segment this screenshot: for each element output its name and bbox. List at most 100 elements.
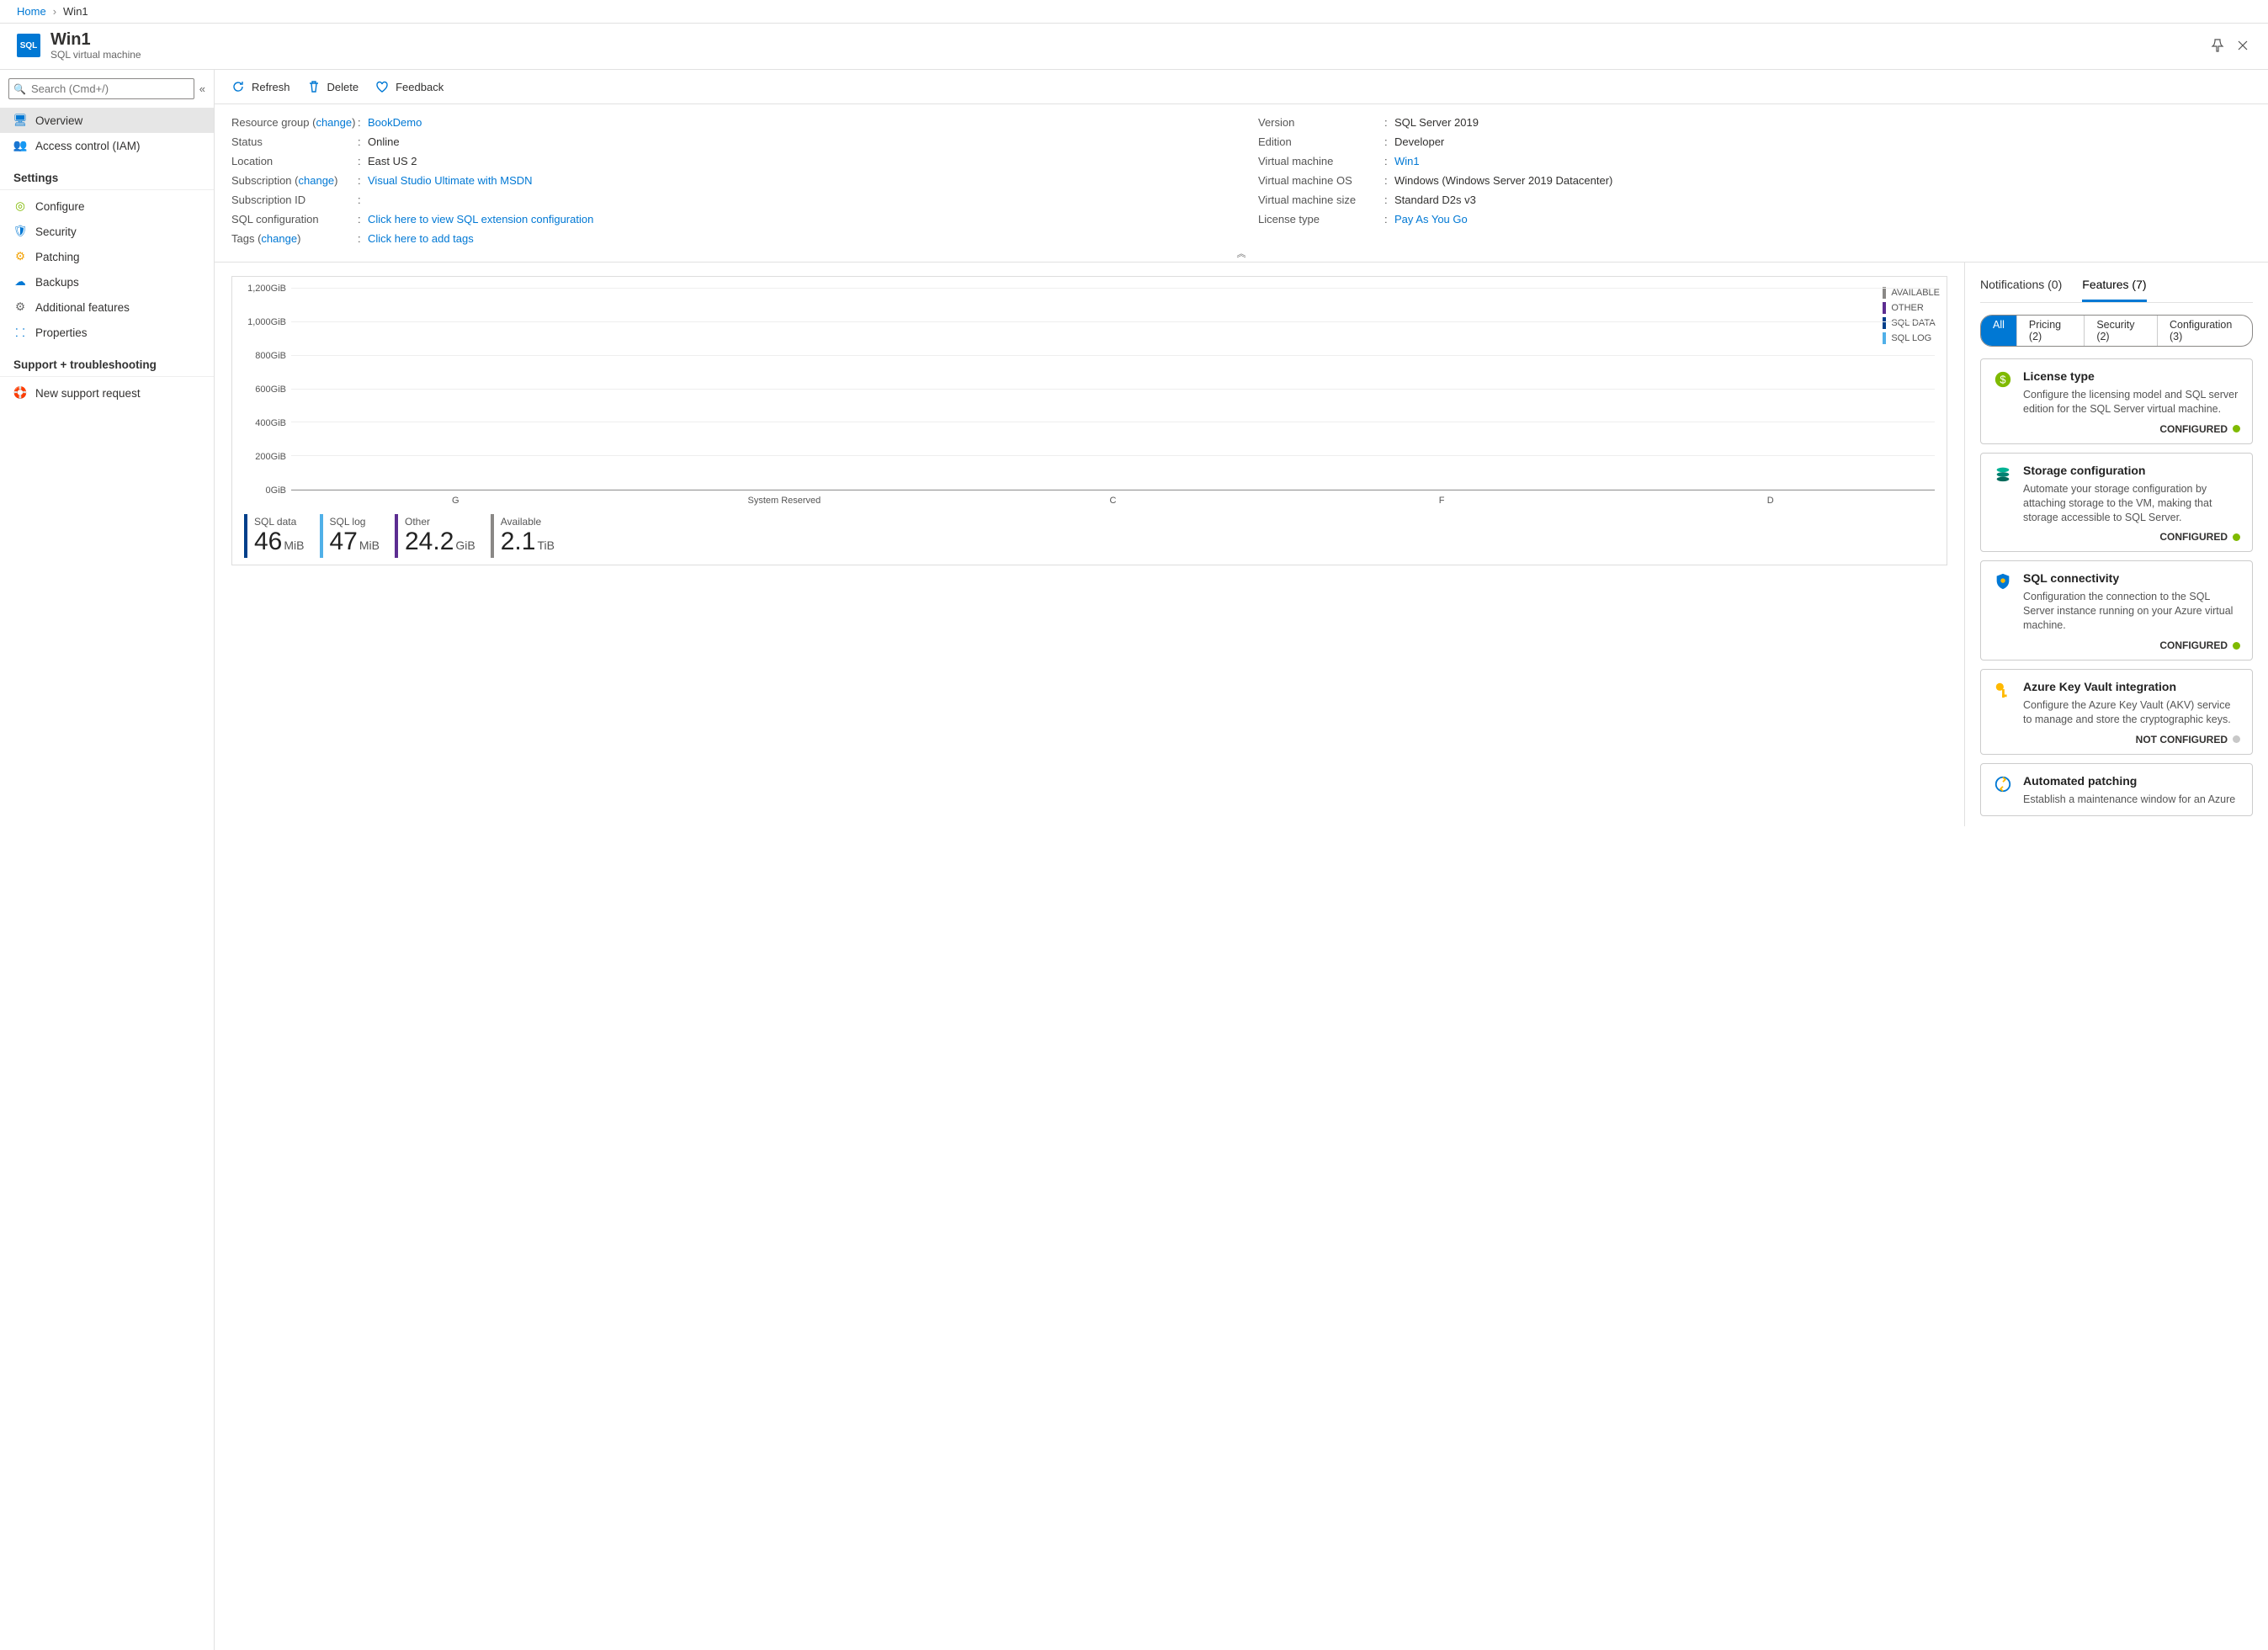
page-header: Win1 SQL virtual machine (0, 24, 2268, 70)
sidebar-collapse-icon[interactable]: « (199, 82, 205, 95)
sidebar-item-patching[interactable]: ⚙ Patching (0, 244, 214, 269)
x-label: D (1606, 491, 1935, 506)
pill-pricing[interactable]: Pricing (2) (2016, 316, 2084, 346)
ess-label: Tags (change) (231, 232, 358, 245)
chevron-up-icon[interactable]: ︽ (1232, 247, 1251, 260)
monitor-icon: 🖥 (13, 114, 27, 127)
feature-card[interactable]: $ License type Configure the licensing mod… (1980, 358, 2253, 444)
ess-value-location: East US 2 (368, 155, 1224, 167)
card-description: Configure the licensing model and SQL se… (2023, 388, 2240, 416)
ess-label: License type (1258, 213, 1384, 225)
trash-icon (307, 80, 321, 93)
chevron-right-icon: › (53, 5, 56, 18)
key-icon (1993, 680, 2013, 700)
sidebar-item-new-support-request[interactable]: 🛟 New support request (0, 380, 214, 406)
search-input[interactable] (8, 78, 194, 99)
card-title: Azure Key Vault integration (2023, 680, 2240, 693)
sidebar-item-additional-features[interactable]: ⚙ Additional features (0, 294, 214, 320)
toolbar: Refresh Delete Feedback (215, 70, 2268, 104)
y-tick: 600GiB (255, 385, 286, 395)
shield-icon: 🛡 (13, 225, 27, 238)
card-description: Establish a maintenance window for an Az… (2023, 793, 2240, 807)
sidebar-section-settings: Settings (0, 158, 214, 190)
sql-vm-icon (17, 34, 40, 57)
delete-button[interactable]: Delete (307, 80, 359, 93)
add-tags-link[interactable]: Click here to add tags (368, 232, 474, 245)
change-resource-group-link[interactable]: change (316, 116, 352, 129)
dollar-icon: $ (1993, 369, 2013, 390)
ess-label: Subscription ID (231, 194, 358, 206)
pill-configuration[interactable]: Configuration (3) (2157, 316, 2252, 346)
sidebar-item-label: Security (35, 225, 77, 238)
legend-item: SQL LOG (1883, 331, 1940, 346)
status-badge: CONFIGURED (2023, 423, 2240, 435)
pin-icon[interactable] (2209, 37, 2226, 54)
card-description: Automate your storage configuration by a… (2023, 482, 2240, 525)
card-description: Configuration the connection to the SQL … (2023, 590, 2240, 633)
breadcrumb: Home › Win1 (0, 0, 2268, 24)
status-badge: CONFIGURED (2023, 639, 2240, 651)
pill-security[interactable]: Security (2) (2084, 316, 2157, 346)
sidebar-item-label: Access control (IAM) (35, 140, 141, 152)
y-tick: 0GiB (266, 485, 286, 496)
ess-label: Subscription (change) (231, 174, 358, 187)
breadcrumb-current: Win1 (63, 5, 88, 18)
card-title: SQL connectivity (2023, 571, 2240, 585)
refresh-icon (231, 80, 245, 93)
refresh-button[interactable]: Refresh (231, 80, 290, 93)
sql-config-link[interactable]: Click here to view SQL extension configu… (368, 213, 593, 225)
sidebar-item-properties[interactable]: ⸬ Properties (0, 320, 214, 345)
sidebar-item-overview[interactable]: 🖥 Overview (0, 108, 214, 133)
pill-all[interactable]: All (1981, 316, 2016, 346)
support-icon: 🛟 (13, 386, 27, 400)
sidebar-item-backups[interactable]: ☁ Backups (0, 269, 214, 294)
subscription-link[interactable]: Visual Studio Ultimate with MSDN (368, 174, 533, 187)
x-label: C (948, 491, 1277, 506)
ess-value-edition: Developer (1394, 135, 2251, 148)
sidebar-item-label: New support request (35, 387, 141, 400)
page-title: Win1 (50, 30, 2209, 49)
license-type-link[interactable]: Pay As You Go (1394, 213, 1468, 225)
breadcrumb-home[interactable]: Home (17, 5, 46, 18)
sidebar-item-security[interactable]: 🛡 Security (0, 219, 214, 244)
status-badge: NOT CONFIGURED (2023, 734, 2240, 745)
sidebar-item-label: Patching (35, 251, 80, 263)
tab-features[interactable]: Features (7) (2082, 273, 2146, 302)
change-tags-link[interactable]: change (261, 232, 297, 245)
change-subscription-link[interactable]: change (299, 174, 335, 187)
sidebar-item-label: Properties (35, 326, 88, 339)
y-tick: 1,200GiB (247, 284, 286, 294)
sidebar-section-support: Support + troubleshooting (0, 345, 214, 377)
ess-label: Version (1258, 116, 1384, 129)
card-title: License type (2023, 369, 2240, 383)
gear-icon: ⚙ (13, 250, 27, 263)
feature-card[interactable]: SQL connectivity Configuration the connec… (1980, 560, 2253, 661)
ess-label: SQL configuration (231, 213, 358, 225)
ess-label: Resource group (change) (231, 116, 358, 129)
feedback-button[interactable]: Feedback (375, 80, 444, 93)
ess-value-status: Online (368, 135, 1224, 148)
search-icon: 🔍 (13, 83, 26, 95)
vm-link[interactable]: Win1 (1394, 155, 1420, 167)
sidebar-item-iam[interactable]: 👥 Access control (IAM) (0, 133, 214, 158)
toolbar-label: Delete (327, 81, 359, 93)
people-icon: 👥 (13, 139, 27, 152)
heart-icon (375, 80, 389, 93)
tab-notifications[interactable]: Notifications (0) (1980, 273, 2062, 302)
feature-card[interactable]: Storage configurationAutomate your stora… (1980, 453, 2253, 553)
feature-card[interactable]: Azure Key Vault integrationConfigure the… (1980, 669, 2253, 755)
page-subtitle: SQL virtual machine (50, 49, 2209, 61)
ess-value-version: SQL Server 2019 (1394, 116, 2251, 129)
feature-card[interactable]: Automated patchingEstablish a maintenanc… (1980, 763, 2253, 816)
sidebar-item-configure[interactable]: ◎ Configure (0, 194, 214, 219)
cloud-icon: ☁ (13, 275, 27, 289)
resource-group-link[interactable]: BookDemo (368, 116, 422, 129)
target-icon: ◎ (13, 199, 27, 213)
essentials: Resource group (change) : BookDemo Statu… (215, 104, 2268, 252)
legend-item: OTHER (1883, 300, 1940, 316)
storage-chart: 0GiB200GiB400GiB600GiB800GiB1,000GiB1,20… (231, 276, 1947, 565)
svg-text:$: $ (2000, 374, 2005, 386)
close-icon[interactable] (2234, 37, 2251, 54)
status-badge: CONFIGURED (2023, 531, 2240, 543)
sidebar-item-label: Additional features (35, 301, 130, 314)
